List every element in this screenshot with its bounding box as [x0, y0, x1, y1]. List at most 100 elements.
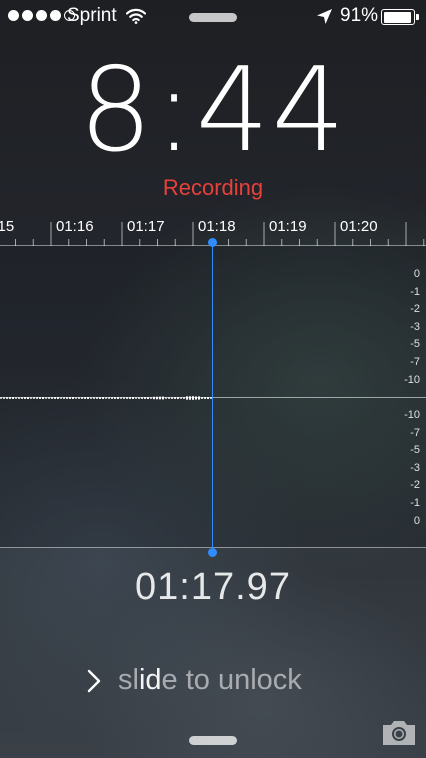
waveform-sample [9, 397, 11, 399]
waveform-sample [117, 397, 119, 399]
waveform-sample [18, 397, 20, 399]
lock-screen-clock: 8:44 [0, 52, 426, 169]
waveform-sample [93, 397, 95, 399]
waveform-sample [201, 397, 203, 399]
waveform-sample [27, 397, 29, 399]
waveform-sample [30, 397, 32, 399]
waveform-sample [33, 397, 35, 399]
waveform-sample [66, 397, 68, 399]
waveform-sample [51, 397, 53, 399]
waveform-sample [99, 397, 101, 399]
waveform-sample [204, 397, 206, 399]
waveform-sample [189, 396, 191, 400]
waveform-sample [111, 397, 113, 399]
waveform-sample [180, 397, 182, 399]
db-scale-label: 0 [413, 514, 420, 527]
db-scale-label: -2 [410, 303, 420, 316]
waveform-sample [114, 397, 116, 399]
waveform-sample [96, 397, 98, 399]
timeline-tick-label: 01:17 [127, 218, 165, 235]
elapsed-time: 01:17.97 [135, 566, 291, 608]
waveform-sample [84, 397, 86, 399]
playhead [212, 242, 213, 553]
waveform-sample [207, 397, 209, 399]
waveform-sample [3, 397, 5, 399]
waveform-sample [36, 397, 38, 399]
signal-dot [50, 10, 61, 21]
waveform-sample [195, 396, 197, 400]
waveform-sample [54, 397, 56, 399]
slide-text-prefix: sl [118, 664, 139, 696]
waveform-sample [132, 397, 134, 399]
waveform-sample [57, 397, 59, 399]
recording-status-label: Recording [162, 175, 264, 200]
waveform-sample [171, 397, 173, 399]
waveform-sample [0, 397, 2, 399]
waveform-sample [60, 397, 62, 399]
waveform-sample [105, 397, 107, 399]
waveform-sample [162, 396, 164, 400]
slide-text-suffix: e to unlock [161, 664, 302, 696]
slide-to-unlock-text: slide to unlock [118, 664, 302, 697]
waveform-sample [6, 397, 8, 399]
waveform-sample [159, 396, 161, 400]
waveform-sample [120, 397, 122, 399]
battery-level-fill [383, 11, 411, 23]
db-scale-label: -1 [410, 285, 420, 298]
waveform-sample [141, 397, 143, 399]
waveform-sample [144, 397, 146, 399]
timeline-tick-label: 01:18 [198, 218, 236, 235]
audio-waveform [0, 396, 212, 400]
db-scale-label: -5 [410, 338, 420, 351]
waveform-sample [78, 397, 80, 399]
signal-dot [36, 10, 47, 21]
waveform-sample [168, 397, 170, 399]
waveform-sample [138, 397, 140, 399]
waveform-sample [15, 397, 17, 399]
waveform-sample [153, 396, 155, 400]
battery-icon [381, 9, 415, 25]
waveform-sample [123, 397, 125, 399]
waveform-sample [81, 397, 83, 399]
timeline-tick-label: 01:20 [340, 218, 378, 235]
db-scale-label: -10 [404, 409, 420, 421]
signal-dot [8, 10, 19, 21]
battery-nub [416, 14, 419, 20]
db-scale-label: 0 [413, 268, 420, 280]
waveform-sample [147, 397, 149, 399]
db-scale-label: -2 [410, 479, 420, 492]
clock-text: 8:44 [78, 43, 348, 178]
waveform-sample [150, 397, 152, 399]
db-scale-label: -3 [410, 461, 420, 474]
control-center-grabber[interactable] [189, 736, 237, 745]
db-scale-label: -3 [410, 320, 420, 333]
waveform-sample [186, 396, 188, 400]
db-scale-label: -1 [410, 497, 420, 509]
waveform-sample [39, 397, 41, 399]
waveform-sample [126, 397, 128, 399]
slide-to-unlock[interactable]: slide to unlock [86, 664, 336, 698]
waveform-sample [48, 397, 50, 399]
wifi-icon [126, 8, 146, 24]
waveform-sample [135, 397, 137, 399]
waveform-sample [63, 397, 65, 399]
waveform-sample [102, 397, 104, 399]
waveform-sample [69, 397, 71, 399]
timeline-tick-label: 1:15 [0, 218, 15, 235]
waveform-sample [21, 397, 23, 399]
notification-center-grabber[interactable] [189, 13, 237, 22]
waveform-sample [108, 397, 110, 399]
waveform-sample [72, 397, 74, 399]
waveform-sample [174, 397, 176, 399]
waveform-sample [129, 397, 131, 399]
waveform-sample [45, 397, 47, 399]
signal-dot [22, 10, 33, 21]
db-scale-label: -7 [410, 426, 420, 439]
waveform-sample [90, 397, 92, 399]
camera-icon[interactable] [381, 717, 417, 747]
waveform-sample [12, 397, 14, 399]
waveform-sample [192, 396, 194, 400]
waveform-sample [165, 397, 167, 399]
battery-percentage: 91% [340, 5, 379, 26]
playhead-top-handle [208, 238, 217, 247]
